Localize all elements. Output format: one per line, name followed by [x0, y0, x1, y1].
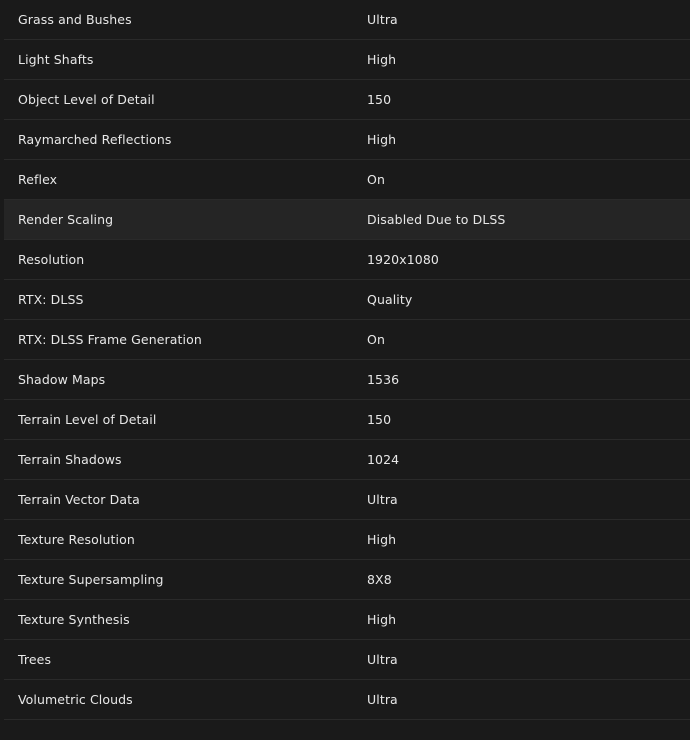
setting-name: Texture Supersampling [18, 572, 164, 587]
setting-name: Trees [18, 652, 52, 667]
settings-row: RTX: DLSS Frame Generation On [4, 320, 690, 360]
settings-row: Terrain Vector Data Ultra [4, 480, 690, 520]
settings-row: Trees Ultra [4, 640, 690, 680]
setting-value: High [367, 132, 397, 147]
setting-value: On [367, 332, 385, 347]
settings-row: Volumetric Clouds Ultra [4, 680, 690, 720]
setting-value: High [367, 612, 397, 627]
settings-row: Shadow Maps 1536 [4, 360, 690, 400]
setting-name: Terrain Level of Detail [18, 412, 157, 427]
setting-value: Quality [367, 292, 413, 307]
setting-name: RTX: DLSS [18, 292, 84, 307]
setting-name: Light Shafts [18, 52, 94, 67]
setting-name: RTX: DLSS Frame Generation [18, 332, 202, 347]
setting-value: On [367, 172, 385, 187]
settings-row: Texture Synthesis High [4, 600, 690, 640]
settings-row: Texture Supersampling 8X8 [4, 560, 690, 600]
setting-value: 150 [367, 412, 392, 427]
setting-value: High [367, 52, 397, 67]
setting-value: High [367, 532, 397, 547]
setting-name: Texture Resolution [18, 532, 135, 547]
setting-value: 150 [367, 92, 392, 107]
setting-name: Reflex [18, 172, 58, 187]
setting-name: Volumetric Clouds [18, 692, 133, 707]
settings-row-highlighted: Render Scaling Disabled Due to DLSS [4, 200, 690, 240]
setting-name: Texture Synthesis [18, 612, 130, 627]
setting-value: Ultra [367, 492, 398, 507]
settings-row: Resolution 1920x1080 [4, 240, 690, 280]
setting-name: Resolution [18, 252, 85, 267]
setting-name: Terrain Vector Data [18, 492, 140, 507]
settings-row: Object Level of Detail 150 [4, 80, 690, 120]
setting-name: Grass and Bushes [18, 12, 132, 27]
settings-row: Light Shafts High [4, 40, 690, 80]
setting-value: 1920x1080 [367, 252, 439, 267]
settings-row: RTX: DLSS Quality [4, 280, 690, 320]
setting-name: Terrain Shadows [18, 452, 122, 467]
settings-row: Grass and Bushes Ultra [4, 0, 690, 40]
settings-row: Reflex On [4, 160, 690, 200]
setting-value: 8X8 [367, 572, 392, 587]
setting-name: Object Level of Detail [18, 92, 155, 107]
settings-row: Terrain Level of Detail 150 [4, 400, 690, 440]
settings-row: Texture Resolution High [4, 520, 690, 560]
setting-name: Raymarched Reflections [18, 132, 172, 147]
setting-value: Ultra [367, 652, 398, 667]
setting-value: 1024 [367, 452, 400, 467]
setting-name: Render Scaling [18, 212, 114, 227]
settings-table: Grass and Bushes Ultra Light Shafts High… [0, 0, 690, 720]
setting-value: 1536 [367, 372, 400, 387]
setting-value: Ultra [367, 12, 398, 27]
settings-row: Raymarched Reflections High [4, 120, 690, 160]
setting-value: Ultra [367, 692, 398, 707]
settings-row: Terrain Shadows 1024 [4, 440, 690, 480]
setting-value: Disabled Due to DLSS [367, 212, 506, 227]
setting-name: Shadow Maps [18, 372, 106, 387]
